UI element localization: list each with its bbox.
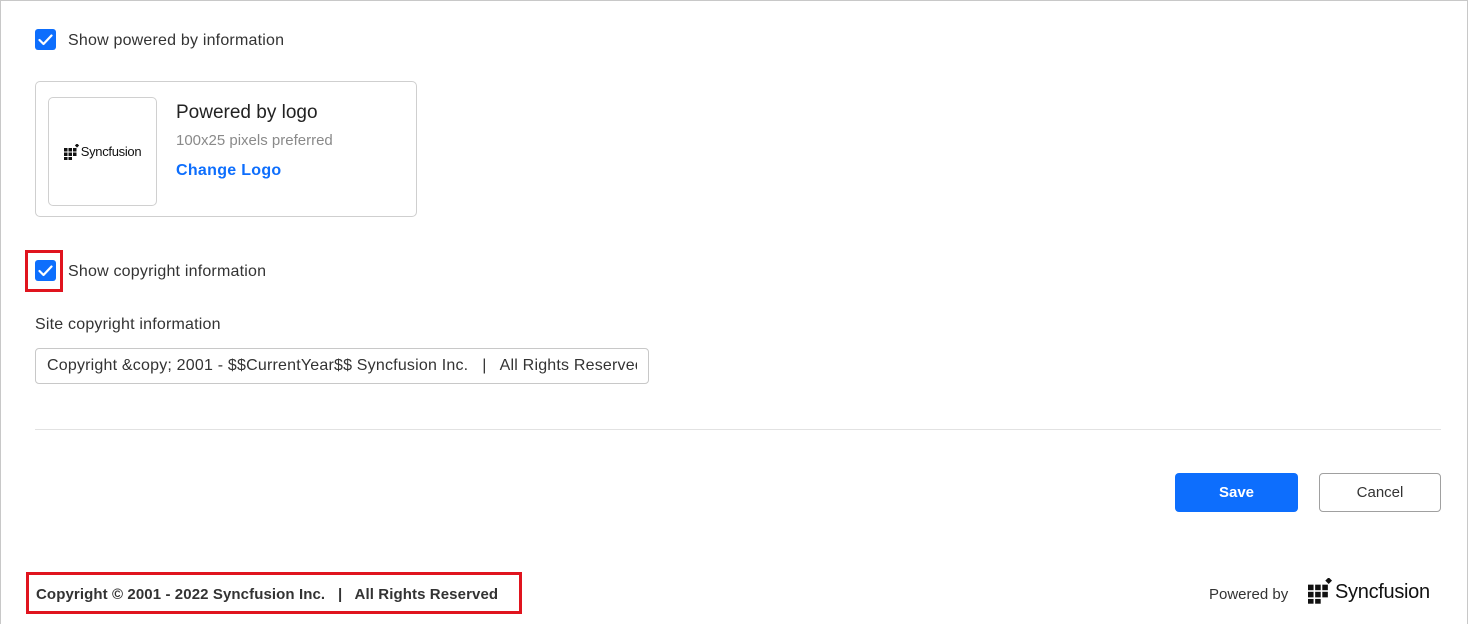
syncfusion-mark-icon <box>63 143 79 160</box>
logo-size-hint: 100x25 pixels preferred <box>176 132 333 149</box>
footer-powered-by-label: Powered by <box>1209 586 1289 603</box>
logo-brand-text: Syncfusion <box>80 144 142 159</box>
divider <box>35 429 1441 430</box>
logo-preview: Syncfusion <box>48 97 157 206</box>
site-copyright-label: Site copyright information <box>35 316 221 333</box>
save-button[interactable]: Save <box>1175 473 1298 512</box>
checkmark-icon <box>38 33 53 45</box>
cancel-button[interactable]: Cancel <box>1319 473 1441 512</box>
syncfusion-logo-icon: Syncfusion <box>63 143 142 160</box>
powered-by-checkbox-label[interactable]: Show powered by information <box>68 32 284 50</box>
copyright-checkbox-label[interactable]: Show copyright information <box>68 263 266 281</box>
copyright-checkbox[interactable] <box>35 260 56 281</box>
checkmark-icon <box>38 264 53 276</box>
logo-card-title: Powered by logo <box>176 102 318 123</box>
change-logo-link[interactable]: Change Logo <box>176 162 282 180</box>
syncfusion-mark-icon <box>1308 578 1333 604</box>
footer-copyright-text: Copyright © 2001 - 2022 Syncfusion Inc. … <box>36 586 499 603</box>
powered-by-logo-card: Syncfusion Powered by logo 100x25 pixels… <box>35 81 417 217</box>
footer-syncfusion-logo-icon: Syncfusion <box>1308 578 1430 604</box>
powered-by-checkbox[interactable] <box>35 29 56 50</box>
footer-brand-text: Syncfusion <box>1335 581 1430 603</box>
site-copyright-input[interactable] <box>35 348 649 384</box>
